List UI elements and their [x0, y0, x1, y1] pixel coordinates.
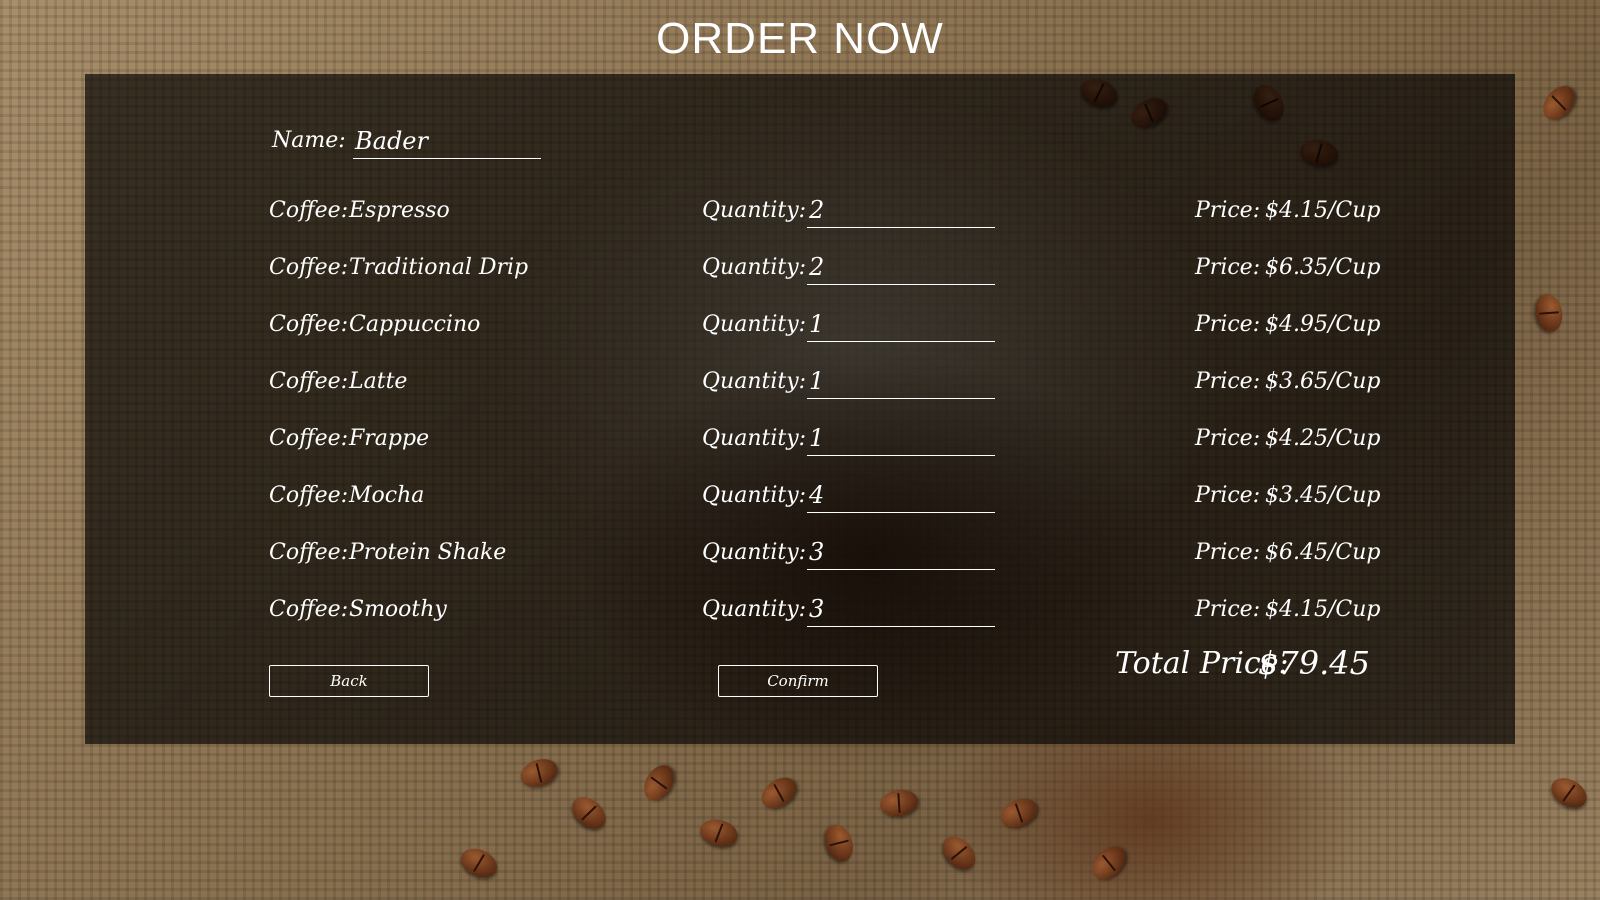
price-label: Price: [1195, 540, 1261, 565]
quantity-input[interactable]: 1 [807, 366, 995, 399]
coffee-name: Mocha [349, 483, 425, 508]
quantity-input[interactable]: 3 [807, 537, 995, 570]
price-label: Price: [1195, 597, 1261, 622]
quantity-input[interactable]: 2 [807, 195, 995, 228]
coffee-bean-decoration [456, 843, 502, 883]
coffee-bean-decoration [878, 786, 920, 820]
quantity-label: Quantity: [702, 426, 807, 451]
coffee-label: Coffee: [269, 540, 349, 565]
coffee-label: Coffee: [269, 255, 349, 280]
coffee-label: Coffee: [269, 198, 349, 223]
coffee-label: Coffee: [269, 483, 349, 508]
quantity-input[interactable]: 1 [807, 309, 995, 342]
quantity-label: Quantity: [702, 369, 807, 394]
quantity-label: Quantity: [702, 198, 807, 223]
coffee-label: Coffee: [269, 369, 349, 394]
price-label: Price: [1195, 198, 1261, 223]
coffee-name: Cappuccino [349, 312, 481, 337]
coffee-name: Latte [349, 369, 408, 394]
coffee-name: Traditional Drip [349, 255, 529, 280]
quantity-input[interactable]: 2 [807, 252, 995, 285]
name-label: Name: [272, 128, 346, 153]
price-value: $4.15/Cup [1265, 198, 1381, 223]
coffee-bean-decoration [516, 754, 562, 792]
coffee-bean-decoration [1536, 80, 1582, 126]
confirm-button[interactable]: Confirm [718, 665, 878, 697]
quantity-label: Quantity: [702, 312, 807, 337]
coffee-bean-decoration [1546, 772, 1592, 814]
coffee-bean-decoration [755, 771, 803, 815]
coffee-name: Frappe [349, 426, 430, 451]
coffee-label: Coffee: [269, 312, 349, 337]
back-button[interactable]: Back [269, 665, 429, 697]
quantity-label: Quantity: [702, 483, 807, 508]
coffee-bean-decoration [697, 815, 741, 851]
coffee-bean-decoration [996, 793, 1042, 833]
name-field[interactable]: Bader [353, 126, 541, 159]
quantity-label: Quantity: [702, 597, 807, 622]
price-label: Price: [1195, 255, 1261, 280]
coffee-bean-decoration [1086, 840, 1132, 886]
coffee-name: Espresso [349, 198, 450, 223]
quantity-input[interactable]: 4 [807, 480, 995, 513]
price-label: Price: [1195, 369, 1261, 394]
price-value: $4.25/Cup [1265, 426, 1381, 451]
quantity-input[interactable]: 1 [807, 423, 995, 456]
price-value: $3.45/Cup [1265, 483, 1381, 508]
price-value: $6.35/Cup [1265, 255, 1381, 280]
page-title: ORDER NOW [656, 14, 944, 63]
coffee-label: Coffee: [269, 426, 349, 451]
coffee-bean-decoration [1532, 292, 1566, 334]
price-value: $4.95/Cup [1265, 312, 1381, 337]
coffee-bean-decoration [566, 790, 612, 836]
quantity-label: Quantity: [702, 255, 807, 280]
price-value: $3.65/Cup [1265, 369, 1381, 394]
coffee-bean-decoration [820, 820, 858, 866]
price-label: Price: [1195, 312, 1261, 337]
coffee-label: Coffee: [269, 597, 349, 622]
price-label: Price: [1195, 483, 1261, 508]
total-price-value: $79.45 [1258, 644, 1370, 682]
order-form-panel: Name: Bader Coffee: Espresso Quantity: 2… [85, 74, 1515, 744]
coffee-bean-decoration [638, 760, 680, 806]
price-value: $4.15/Cup [1265, 597, 1381, 622]
coffee-name: Protein Shake [349, 540, 507, 565]
price-value: $6.45/Cup [1265, 540, 1381, 565]
coffee-name: Smoothy [349, 597, 447, 622]
price-label: Price: [1195, 426, 1261, 451]
quantity-input[interactable]: 3 [807, 594, 995, 627]
coffee-bean-decoration [936, 830, 982, 876]
quantity-label: Quantity: [702, 540, 807, 565]
